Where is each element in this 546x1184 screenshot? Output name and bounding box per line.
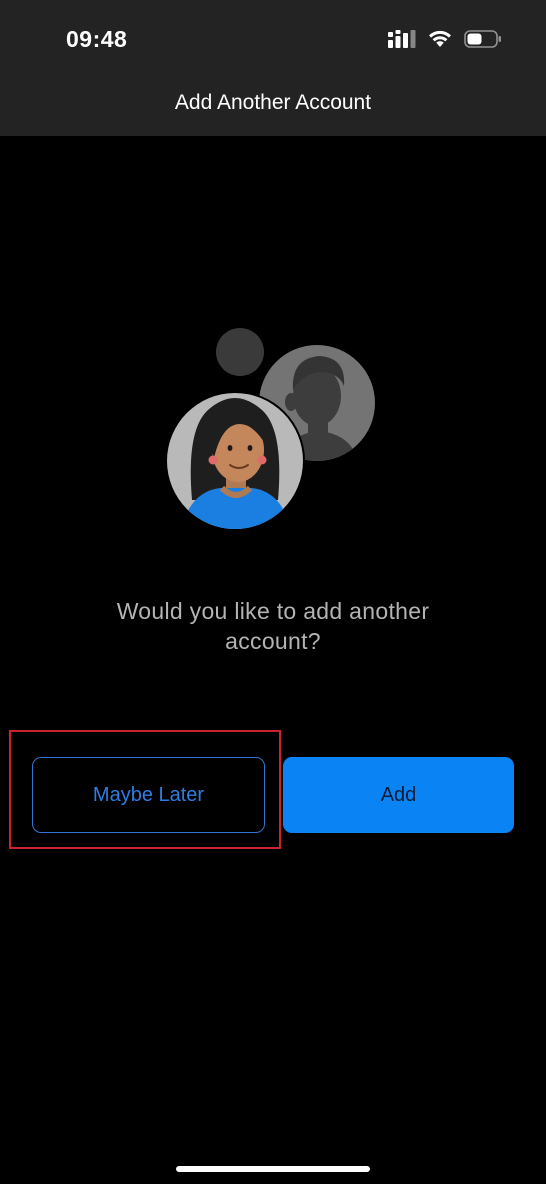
wifi-icon xyxy=(428,30,452,53)
status-icons xyxy=(388,29,502,54)
add-account-question: Would you like to add another account? xyxy=(116,598,430,654)
account-avatars-illustration xyxy=(160,320,390,535)
home-indicator xyxy=(176,1166,370,1172)
status-time: 09:48 xyxy=(66,26,128,52)
add-label: Add xyxy=(380,783,417,806)
maybe-later-label: Maybe Later xyxy=(92,783,205,806)
add-button[interactable]: Add xyxy=(283,757,514,833)
page-title: Add Another Account xyxy=(174,91,372,114)
battery-icon xyxy=(464,29,502,54)
cellular-signal-icon xyxy=(388,29,416,53)
status-bar: 09:48 xyxy=(0,0,546,80)
top-bar: 09:48 Add Another Account xyxy=(0,0,546,136)
maybe-later-button[interactable]: Maybe Later xyxy=(32,757,265,833)
